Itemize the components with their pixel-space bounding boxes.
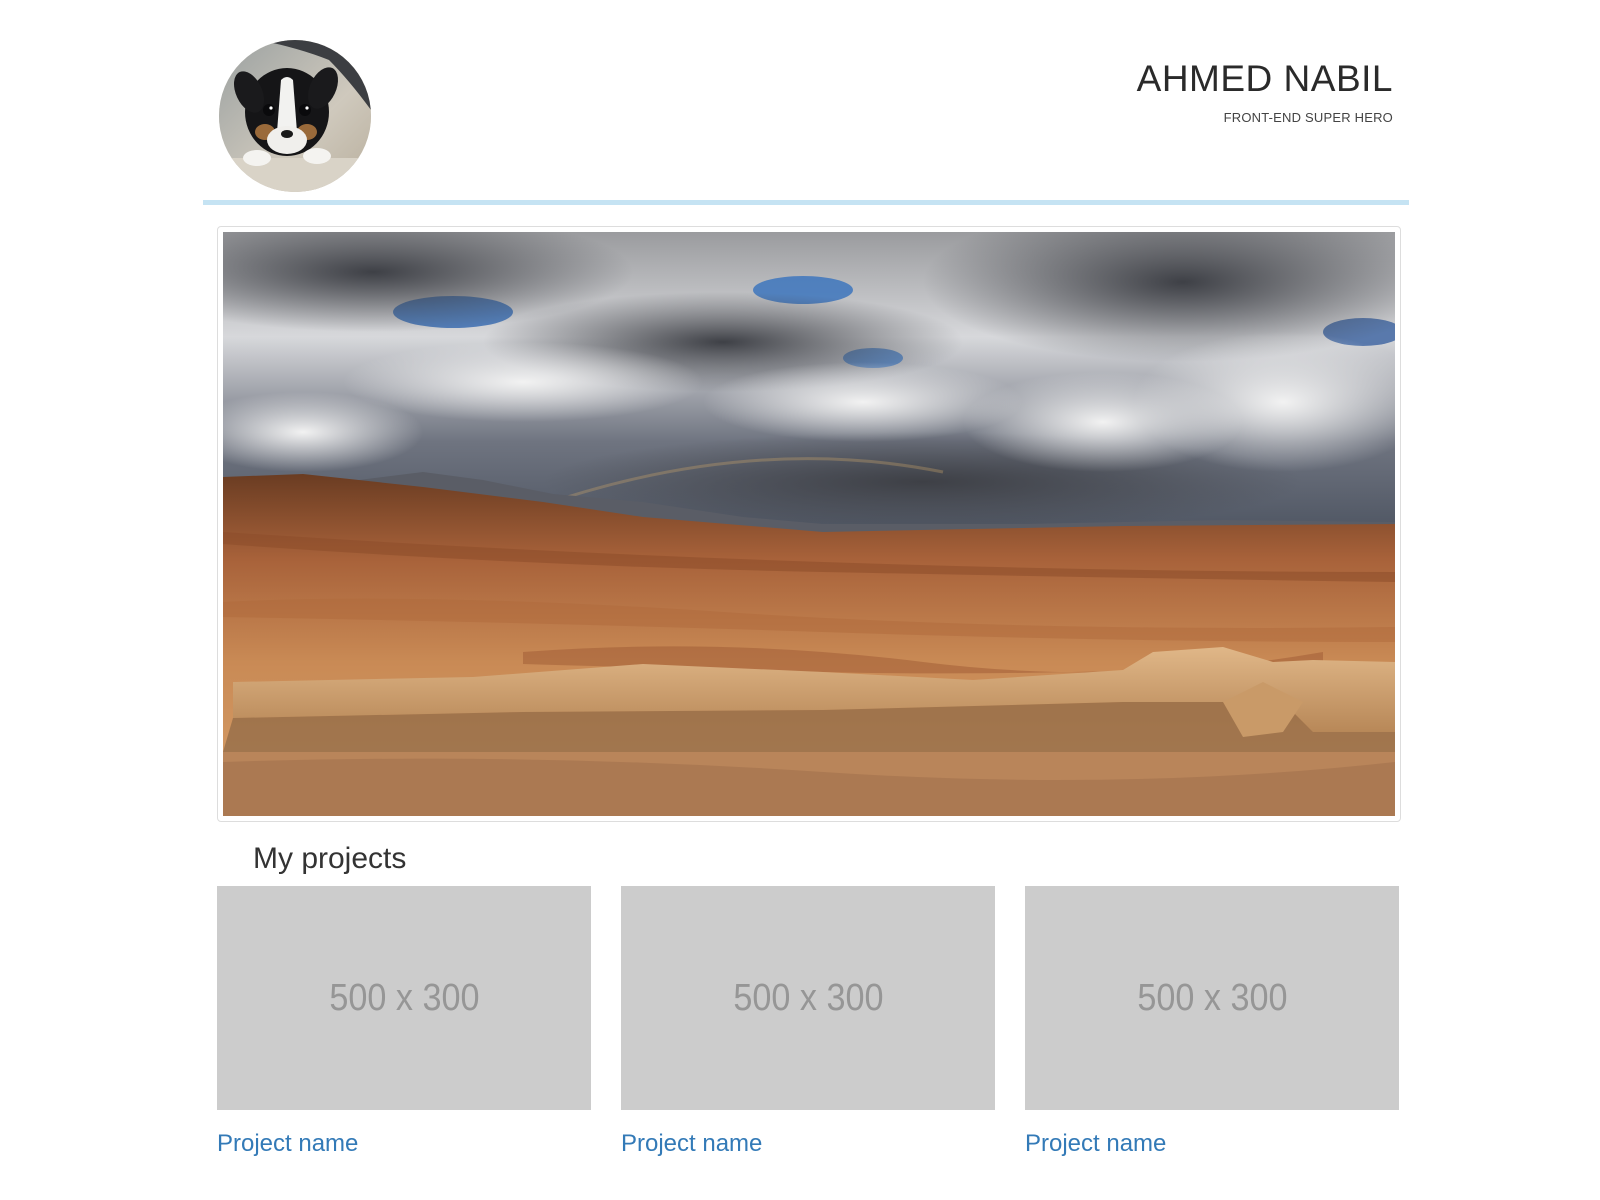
page: AHMED NABIL FRONT-END SUPER HERO My proj…	[0, 0, 1600, 1200]
site-owner-name: AHMED NABIL	[1136, 58, 1393, 99]
site-header: AHMED NABIL FRONT-END SUPER HERO	[203, 0, 1409, 205]
project-thumbnail[interactable]: 500 x 300	[217, 886, 591, 1110]
brand: AHMED NABIL FRONT-END SUPER HERO	[1137, 58, 1393, 125]
site-tagline: FRONT-END SUPER HERO	[1223, 110, 1393, 125]
projects-heading: My projects	[253, 842, 407, 875]
placeholder-label: 500 x 300	[732, 976, 884, 1019]
project-card: 500 x 300 Project name	[217, 886, 591, 1158]
hero-image-frame	[217, 226, 1401, 822]
project-thumbnail[interactable]: 500 x 300	[1025, 886, 1399, 1110]
project-card: 500 x 300 Project name	[1025, 886, 1399, 1158]
desert-landscape-image	[223, 232, 1395, 816]
placeholder-label: 500 x 300	[328, 976, 480, 1019]
project-name-link[interactable]: Project name	[217, 1130, 591, 1158]
project-thumbnail[interactable]: 500 x 300	[621, 886, 995, 1110]
puppy-photo-icon	[219, 40, 371, 192]
project-card: 500 x 300 Project name	[621, 886, 995, 1158]
project-name-link[interactable]: Project name	[1025, 1130, 1399, 1158]
project-name-link[interactable]: Project name	[621, 1130, 995, 1158]
placeholder-label: 500 x 300	[1136, 976, 1288, 1019]
avatar	[219, 40, 371, 192]
